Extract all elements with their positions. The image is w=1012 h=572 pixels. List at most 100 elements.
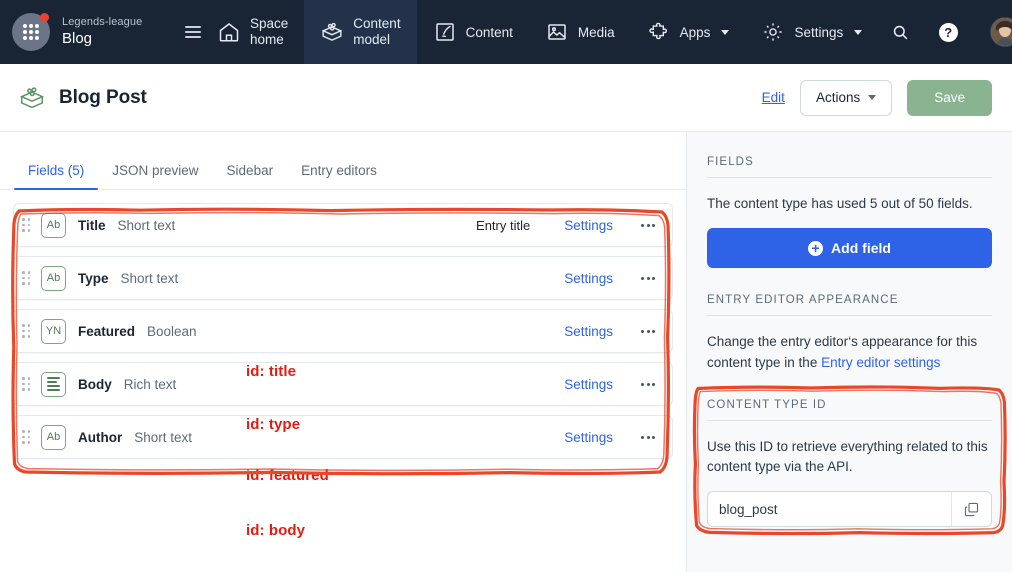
fields-list: Ab Title Short text Entry title Settings… xyxy=(0,190,686,459)
drag-handle-icon[interactable] xyxy=(22,271,30,285)
gear-icon xyxy=(764,23,783,41)
field-type-icon-rich-text xyxy=(41,371,66,397)
field-settings-link[interactable]: Settings xyxy=(564,377,613,392)
field-name: Featured xyxy=(78,323,136,339)
actions-button[interactable]: Actions xyxy=(799,79,893,116)
table-row[interactable]: Ab Type Short text Settings xyxy=(13,256,673,300)
nav-label-line2: model xyxy=(353,32,391,47)
page-body: Fields (5) JSON preview Sidebar Entry ed… xyxy=(0,132,1012,572)
tab-json-preview[interactable]: JSON preview xyxy=(98,163,212,189)
annotation-id-body: id: body xyxy=(246,522,306,539)
top-navigation-bar: Legends-league Blog Space home Content m… xyxy=(0,0,1012,64)
nav-item-apps[interactable]: Apps xyxy=(631,0,746,64)
content-model-brick-icon xyxy=(19,86,45,108)
copy-glyph xyxy=(964,502,979,516)
actions-button-label: Actions xyxy=(815,90,861,105)
annotation-id-featured: id: featured xyxy=(246,467,329,484)
more-options-icon[interactable] xyxy=(635,424,661,450)
content-type-id-field[interactable] xyxy=(707,491,992,528)
search-icon[interactable] xyxy=(878,0,922,64)
content-entries-icon xyxy=(435,23,454,41)
drag-handle-icon[interactable] xyxy=(22,218,30,232)
brand-labels: Legends-league Blog xyxy=(62,16,142,49)
main-content: Fields (5) JSON preview Sidebar Entry ed… xyxy=(0,132,687,572)
edit-link[interactable]: Edit xyxy=(762,90,785,105)
page-header-actions: Edit Actions Save xyxy=(762,79,992,116)
page-title: Blog Post xyxy=(59,86,147,108)
more-options-icon[interactable] xyxy=(635,318,661,344)
field-settings-link[interactable]: Settings xyxy=(564,271,613,286)
field-settings-link[interactable]: Settings xyxy=(564,218,613,233)
field-name: Body xyxy=(78,376,112,392)
copy-icon[interactable] xyxy=(951,492,991,527)
field-settings-link[interactable]: Settings xyxy=(564,324,613,339)
field-type: Short text xyxy=(134,429,193,445)
nav-label-content: Content xyxy=(465,24,513,40)
field-type-icon-short-text: Ab xyxy=(41,424,66,450)
table-row[interactable]: Ab Author Short text Settings xyxy=(13,415,673,459)
sidebar-heading-content-type-id: CONTENT TYPE ID xyxy=(707,399,992,421)
drag-handle-icon[interactable] xyxy=(22,430,30,444)
more-options-icon[interactable] xyxy=(635,212,661,238)
field-name: Type xyxy=(78,270,109,286)
chevron-down-icon xyxy=(868,95,877,100)
field-name: Title xyxy=(78,217,106,233)
avatar-portrait xyxy=(991,18,1012,46)
tab-entry-editors[interactable]: Entry editors xyxy=(287,163,391,189)
field-type: Boolean xyxy=(147,323,197,339)
nav-item-settings[interactable]: Settings xyxy=(745,0,878,64)
media-image-icon xyxy=(548,24,566,40)
help-glyph: ? xyxy=(938,22,958,42)
add-field-label: Add field xyxy=(831,240,891,257)
nav-label-line1: Space xyxy=(250,16,289,32)
nav-label-line1: Content xyxy=(353,16,401,32)
drag-handle-icon[interactable] xyxy=(22,377,30,391)
page-header: Blog Post Edit Actions Save xyxy=(0,64,1012,132)
save-button[interactable]: Save xyxy=(907,79,992,116)
apps-grid-icon[interactable] xyxy=(12,13,50,51)
content-type-id-input[interactable] xyxy=(708,492,951,527)
fields-usage-note: The content type has used 5 out of 50 fi… xyxy=(707,196,973,211)
nav-item-content-model[interactable]: Content model xyxy=(304,0,417,64)
sidebar-heading-appearance: ENTRY EDITOR APPEARANCE xyxy=(707,294,992,317)
sidebar-heading-fields: FIELDS xyxy=(707,156,992,178)
table-row[interactable]: YN Featured Boolean Settings xyxy=(13,309,673,353)
tab-sidebar[interactable]: Sidebar xyxy=(213,163,288,189)
add-field-button[interactable]: + Add field xyxy=(707,228,992,269)
nav-item-space-home[interactable]: Space home xyxy=(201,0,304,64)
entry-editor-settings-link[interactable]: Entry editor settings xyxy=(821,355,940,370)
content-type-tabs: Fields (5) JSON preview Sidebar Entry ed… xyxy=(0,143,686,190)
field-type: Short text xyxy=(120,270,179,286)
appearance-note: Change the entry editor‘s appearance for… xyxy=(707,332,992,373)
nav-label-line2: home xyxy=(250,32,284,47)
sidebar-section-entry-editor-appearance: ENTRY EDITOR APPEARANCE Change the entry… xyxy=(707,294,992,373)
drag-handle-icon[interactable] xyxy=(22,324,30,338)
right-sidebar: FIELDS The content type has used 5 out o… xyxy=(687,132,1012,572)
table-row[interactable]: Body Rich text Settings xyxy=(13,362,673,406)
more-options-icon[interactable] xyxy=(635,371,661,397)
field-type: Short text xyxy=(117,217,176,233)
help-question-icon[interactable]: ? xyxy=(926,0,970,64)
field-name: Author xyxy=(78,429,123,445)
nav-label-apps: Apps xyxy=(679,24,711,40)
nav-right-actions: ? xyxy=(878,0,1012,64)
tab-fields[interactable]: Fields (5) xyxy=(14,163,99,190)
content-model-icon xyxy=(321,22,343,41)
user-avatar[interactable] xyxy=(974,0,1012,64)
table-row[interactable]: Ab Title Short text Entry title Settings xyxy=(13,203,673,247)
chevron-down-icon xyxy=(854,29,863,35)
field-settings-link[interactable]: Settings xyxy=(564,430,613,445)
primary-nav-items: Space home Content model Content Media A… xyxy=(201,0,878,64)
field-type-icon-boolean: YN xyxy=(41,318,66,344)
plus-circle-icon: + xyxy=(808,240,824,256)
hamburger-menu-icon[interactable] xyxy=(185,0,201,64)
nav-item-media[interactable]: Media xyxy=(529,0,631,64)
more-options-icon[interactable] xyxy=(635,265,661,291)
sidebar-section-content-type-id: CONTENT TYPE ID Use this ID to retrieve … xyxy=(707,399,992,528)
nav-label-settings: Settings xyxy=(794,24,844,40)
chevron-down-icon xyxy=(721,29,730,35)
puzzle-piece-icon xyxy=(649,22,667,40)
nav-item-content[interactable]: Content xyxy=(417,0,529,64)
brand-area[interactable]: Legends-league Blog xyxy=(0,0,185,64)
field-type-icon-short-text: Ab xyxy=(41,212,66,238)
